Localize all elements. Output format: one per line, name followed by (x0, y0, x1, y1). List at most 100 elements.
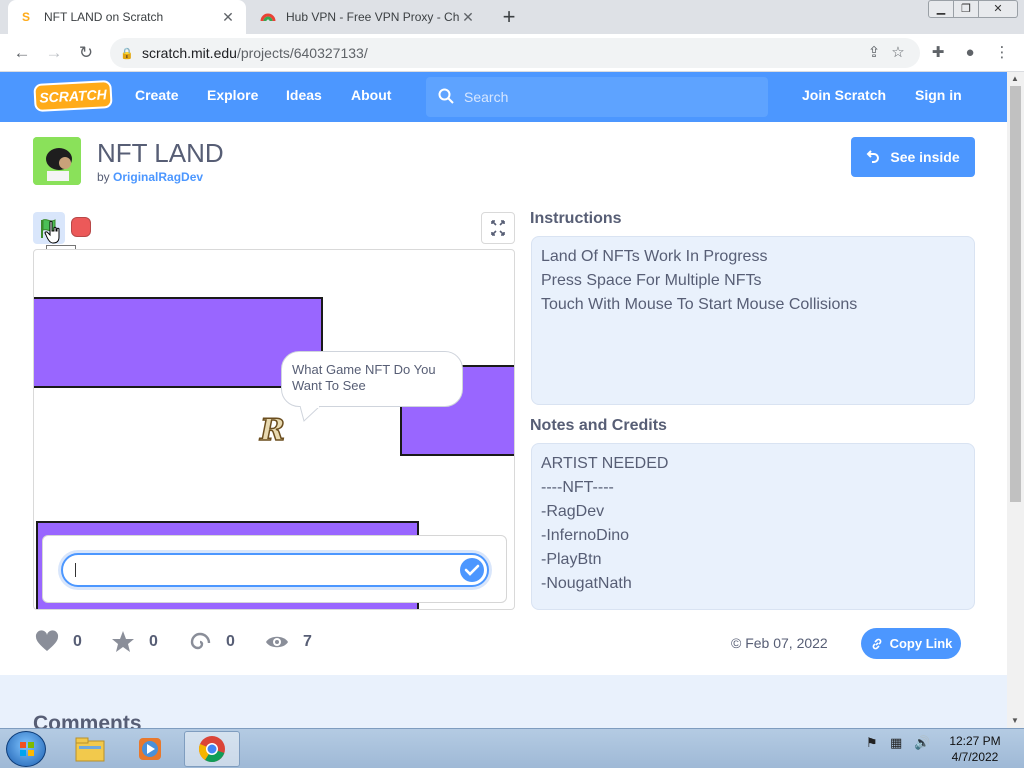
volume-icon[interactable]: 🔊 (914, 735, 930, 751)
maximize-window-button[interactable]: ❐ (953, 0, 979, 18)
close-window-button[interactable]: ✕ (978, 0, 1018, 18)
vpn-favicon-icon (260, 9, 276, 25)
nav-explore[interactable]: Explore (207, 87, 258, 103)
remix-spiral-icon (190, 632, 211, 650)
tab-title: NFT LAND on Scratch (44, 10, 164, 24)
address-bar[interactable]: 🔒 scratch.mit.edu/projects/640327133/ (110, 38, 920, 68)
notes-heading: Notes and Credits (530, 417, 667, 434)
chrome-icon (198, 736, 225, 763)
text-caret (75, 563, 76, 577)
link-icon (872, 638, 881, 649)
new-tab-button[interactable]: + (496, 4, 522, 30)
fullscreen-icon (491, 220, 505, 236)
instructions-line: Press Space For Multiple NFTs (541, 272, 762, 289)
url-text: scratch.mit.edu/projects/640327133/ (142, 45, 368, 61)
scratch-logo[interactable]: SCRATCH (33, 79, 113, 113)
scratch-navbar: SCRATCH Create Explore Ideas About Join … (0, 72, 1007, 122)
scroll-down-arrow-icon[interactable]: ▼ (1011, 716, 1019, 725)
notes-line: -PlayBtn (541, 551, 602, 568)
notes-line: -RagDev (541, 503, 605, 520)
love-stat[interactable]: 0 (35, 630, 82, 654)
clock-time: 12:27 PM (949, 734, 1001, 748)
tab-title: Hub VPN - Free VPN Proxy - Chr (286, 10, 460, 24)
see-inside-button[interactable]: See inside (851, 137, 975, 177)
page-scrollbar[interactable]: ▲ ▼ (1007, 72, 1024, 728)
tab-nft-land[interactable]: S NFT LAND on Scratch ✕ (8, 0, 246, 34)
ask-answer-input[interactable] (61, 553, 489, 587)
favorite-stat[interactable]: 0 (111, 630, 158, 654)
notes-line: ARTIST NEEDED (541, 455, 669, 472)
nav-ideas[interactable]: Ideas (286, 87, 322, 103)
forward-arrow-icon[interactable]: → (42, 41, 66, 65)
views-stat: 7 (265, 630, 312, 654)
sign-in-link[interactable]: Sign in (915, 87, 962, 103)
reload-icon[interactable]: ↻ (74, 41, 98, 65)
notes-line: -InfernoDino (541, 527, 630, 544)
taskbar-clock[interactable]: 12:27 PM 4/7/2022 (940, 733, 1010, 765)
close-tab-icon[interactable]: ✕ (460, 9, 476, 26)
share-icon[interactable]: ⇪ (862, 41, 886, 65)
windows-logo-icon (20, 742, 34, 756)
remix-stat: 0 (188, 630, 235, 654)
instructions-heading: Instructions (530, 210, 622, 227)
purple-block-top-left (34, 297, 323, 388)
instructions-line: Touch With Mouse To Start Mouse Collisio… (541, 296, 858, 313)
back-arrow-icon[interactable]: ← (10, 41, 34, 65)
checkmark-icon (464, 564, 480, 576)
instructions-line: Land Of NFTs Work In Progress (541, 248, 768, 265)
project-stage[interactable]: What Game NFT Do You Want To See R (33, 249, 515, 610)
clock-date: 4/7/2022 (951, 750, 999, 764)
profile-avatar-icon[interactable]: ● (958, 41, 982, 65)
lock-icon: 🔒 (120, 47, 134, 60)
close-tab-icon[interactable]: ✕ (220, 9, 236, 26)
remix-arrows-icon (866, 150, 880, 163)
scratch-favicon-icon: S (21, 10, 30, 24)
notes-panel: ARTIST NEEDED ----NFT---- -RagDev -Infer… (531, 443, 975, 610)
search-box (426, 77, 768, 117)
stop-button[interactable] (71, 217, 91, 237)
hand-cursor-icon (44, 220, 60, 244)
submit-answer-button[interactable] (460, 558, 484, 582)
instructions-panel: Land Of NFTs Work In Progress Press Spac… (531, 236, 975, 405)
minimize-window-button[interactable]: ▁ (928, 0, 954, 18)
comments-section-band (0, 675, 1007, 728)
network-icon[interactable]: ▦ (890, 735, 902, 751)
taskbar-file-explorer[interactable] (62, 731, 118, 767)
taskbar-chrome[interactable] (184, 731, 240, 767)
notes-line: -NougatNath (541, 575, 632, 592)
windows-taskbar: ⚑ ▦ 🔊 12:27 PM 4/7/2022 (0, 728, 1024, 768)
eye-icon (266, 636, 288, 648)
project-title: NFT LAND (97, 138, 224, 168)
browser-toolbar: ← → ↻ 🔒 scratch.mit.edu/projects/6403271… (0, 34, 1024, 72)
share-date: © Feb 07, 2022 (731, 635, 828, 651)
r-logo-sprite: R (258, 412, 285, 448)
scrollbar-thumb[interactable] (1010, 86, 1021, 502)
fullscreen-button[interactable] (481, 212, 515, 244)
tab-hub-vpn[interactable]: Hub VPN - Free VPN Proxy - Chr ✕ (250, 0, 486, 34)
search-icon (438, 88, 454, 104)
action-center-flag-icon[interactable]: ⚑ (866, 735, 878, 751)
nav-about[interactable]: About (351, 87, 391, 103)
project-byline: by OriginalRagDev (97, 170, 204, 184)
join-scratch-link[interactable]: Join Scratch (802, 87, 886, 103)
copy-link-button[interactable]: Copy Link (861, 628, 961, 659)
extensions-puzzle-icon[interactable]: ✚ (926, 41, 950, 65)
taskbar-media-player[interactable] (122, 731, 178, 767)
chrome-menu-icon[interactable]: ⋮ (990, 41, 1014, 65)
nav-create[interactable]: Create (135, 87, 179, 103)
media-player-icon (139, 738, 161, 760)
author-link[interactable]: OriginalRagDev (113, 170, 203, 184)
scroll-up-arrow-icon[interactable]: ▲ (1011, 74, 1019, 83)
speech-bubble: What Game NFT Do You Want To See (281, 351, 463, 407)
project-thumbnail[interactable] (33, 137, 81, 185)
search-input[interactable] (464, 87, 754, 107)
svg-text:R: R (259, 413, 285, 448)
folder-icon (75, 737, 105, 762)
bookmark-star-icon[interactable]: ☆ (886, 41, 910, 65)
windows-start-button[interactable] (6, 731, 46, 767)
star-icon (112, 631, 134, 652)
ask-prompt-box (42, 535, 507, 603)
speech-bubble-tail (300, 406, 321, 422)
heart-icon (35, 630, 59, 651)
browser-tabstrip: S NFT LAND on Scratch ✕ Hub VPN - Free V… (0, 0, 1024, 34)
